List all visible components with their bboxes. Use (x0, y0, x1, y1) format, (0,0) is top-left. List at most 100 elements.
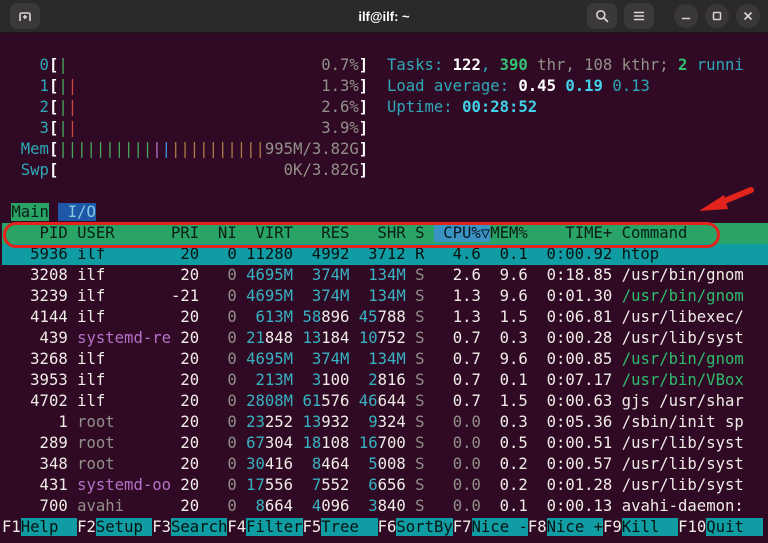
process-row-4702[interactable]: 4702 ilf 20 0 2808M 61576 46644 S 0.7 1.… (2, 391, 768, 412)
cpu-meter-2-text: Uptime: (387, 98, 462, 116)
process-row-3268-text: 4695M (246, 350, 293, 368)
close-button[interactable] (736, 4, 760, 28)
process-row-700[interactable]: 700 avahi 20 0 8664 4096 3840 S 0.0 0.1 … (2, 496, 768, 517)
cpu-meter-2: 2[|| 2.6%] Uptime: 00:28:52 (2, 97, 768, 118)
memory-meter-text: ] (359, 140, 368, 158)
spacer-line (2, 181, 768, 202)
fkey-filter-button[interactable]: Filter (246, 518, 302, 536)
process-row-3239-text (237, 287, 246, 305)
process-row-1[interactable]: 1 root 20 0 23252 13932 9324 S 0.0 0.3 0… (2, 412, 768, 433)
cpu-meter-2-text: 2 (2, 98, 49, 116)
process-row-3239-text: 134M (368, 287, 406, 305)
process-row-431-text: 20 (171, 476, 209, 494)
new-tab-button[interactable] (10, 3, 40, 29)
process-row-3208-text: 134M (368, 266, 406, 284)
fkey-f1[interactable]: F1 (2, 518, 21, 536)
cpu-meter-2-text: | (68, 98, 77, 116)
process-row-439-text: S (415, 329, 424, 347)
process-row-3208-text: S (415, 266, 424, 284)
cpu-meter-1-text: 0.45 (518, 77, 556, 95)
search-button[interactable] (587, 3, 617, 29)
process-row-1-text: 932 (321, 413, 349, 431)
tab-main[interactable]: Main (11, 203, 49, 221)
fkey-tree-button[interactable]: Tree (321, 518, 377, 536)
process-row-3953-text: S (415, 371, 424, 389)
window-titlebar[interactable]: ilf@ilf: ~ (0, 0, 768, 33)
process-row-3208-text: 3208 ilf 20 (2, 266, 209, 284)
process-row-431-text: 552 (321, 476, 349, 494)
fkey-f7[interactable]: F7 (453, 518, 472, 536)
process-row-439-text: 439 (2, 329, 77, 347)
process-row-3268-text: 134M (368, 350, 406, 368)
process-row-348-text: 5 (368, 455, 377, 473)
memory-meter-text: |||||||||| (171, 140, 265, 158)
cpu-meter-1-text: [ (49, 77, 58, 95)
fkey-f8[interactable]: F8 (528, 518, 547, 536)
process-row-1-text (406, 413, 415, 431)
process-row-4702-text: 46 (359, 392, 378, 410)
cpu-meter-1-text: 0.19 (565, 77, 603, 95)
tab-io[interactable]: I/O (58, 203, 96, 221)
process-row-348-text (349, 455, 368, 473)
fkey-setup-button[interactable]: Setup (96, 518, 152, 536)
fkey-nice-minus-button[interactable]: Nice - (472, 518, 528, 536)
process-row-5936-selected[interactable]: 5936 ilf 20 0 11280 4992 3712 R 4.6 0.1 … (2, 244, 768, 265)
process-row-439-text: 184 (321, 329, 349, 347)
process-row-3208-text (406, 266, 415, 284)
process-row-1-text: root (77, 413, 171, 431)
fkey-nice-plus-button[interactable]: Nice + (547, 518, 603, 536)
fkey-f4[interactable]: F4 (227, 518, 246, 536)
cpu-meter-0-text: [ (49, 56, 58, 74)
cpu-meter-2-text: 2.6% (321, 98, 359, 116)
cpu-meter-2-text: [ (49, 98, 58, 116)
process-row-3953-text: /usr/bin/VBox (622, 371, 744, 389)
process-row-3953-text: 0.7 0.1 0:07.17 (425, 371, 622, 389)
cpu-meter-0-text: thr, 108 kthr; (537, 56, 678, 74)
process-row-431-text: 0 (209, 476, 237, 494)
fkey-f6[interactable]: F6 (378, 518, 397, 536)
process-row-3268[interactable]: 3268 ilf 20 0 4695M 374M 134M S 0.7 9.6 … (2, 349, 768, 370)
process-row-4144[interactable]: 4144 ilf 20 0 613M 58896 45788 S 1.3 1.5… (2, 307, 768, 328)
process-row-289-text: 18 (302, 434, 321, 452)
process-row-4702-text (349, 392, 358, 410)
process-row-3208-text (349, 266, 368, 284)
process-table-header[interactable]: PID USER PRI NI VIRT RES SHR S CPU%▽MEM%… (2, 223, 768, 244)
maximize-icon (710, 9, 724, 23)
process-row-431-text (349, 476, 368, 494)
fkey-f10[interactable]: F10 (678, 518, 706, 536)
fkey-quit-button[interactable]: Quit (706, 518, 762, 536)
function-key-bar[interactable]: F1Help F2Setup F3SearchF4FilterF5Tree F6… (2, 517, 768, 538)
fkey-f3[interactable]: F3 (152, 518, 171, 536)
fkey-help-button[interactable]: Help (21, 518, 77, 536)
process-row-431-text: 17 (246, 476, 265, 494)
process-row-1-text: S 0.0 (415, 413, 481, 431)
process-row-3953[interactable]: 3953 ilf 20 0 213M 3100 2816 S 0.7 0.1 0… (2, 370, 768, 391)
process-row-348-text (406, 455, 415, 473)
fkey-f9[interactable]: F9 (603, 518, 622, 536)
process-row-289[interactable]: 289 root 20 0 67304 18108 16700 S 0.0 0.… (2, 433, 768, 454)
process-row-348[interactable]: 348 root 20 0 30416 8464 5008 S 0.0 0.2 … (2, 454, 768, 475)
maximize-button[interactable] (705, 4, 729, 28)
process-row-1-text: 1 (2, 413, 77, 431)
process-row-3239[interactable]: 3239 ilf -21 0 4695M 374M 134M S 1.3 9.6… (2, 286, 768, 307)
process-row-3208[interactable]: 3208 ilf 20 0 4695M 374M 134M S 2.6 9.6 … (2, 265, 768, 286)
process-row-289-text: 108 (321, 434, 349, 452)
fkey-f5[interactable]: F5 (303, 518, 322, 536)
column-header-cpu[interactable]: CPU%▽ (434, 224, 490, 242)
fkey-f2[interactable]: F2 (77, 518, 96, 536)
minimize-icon (679, 9, 693, 23)
process-row-4702-text: 576 (321, 392, 349, 410)
process-row-3239-text (293, 287, 312, 305)
fkey-sortby-button[interactable]: SortBy (396, 518, 452, 536)
process-row-439[interactable]: 439 systemd-re 20 0 21848 13184 10752 S … (2, 328, 768, 349)
process-row-3239-text: 374M (312, 287, 350, 305)
process-row-4144-text: 896 (321, 308, 349, 326)
minimize-button[interactable] (674, 4, 698, 28)
fkey-kill-button[interactable]: Kill (622, 518, 678, 536)
process-row-348-text: 0.2 0:00.57 /usr/lib/syst (481, 455, 744, 473)
process-row-431[interactable]: 431 systemd-oo 20 0 17556 7552 6656 S 0.… (2, 475, 768, 496)
process-row-348-text: 30 (246, 455, 265, 473)
cpu-meter-1-text: 1.3% (321, 77, 359, 95)
menu-button[interactable] (624, 3, 654, 29)
fkey-search-button[interactable]: Search (171, 518, 227, 536)
